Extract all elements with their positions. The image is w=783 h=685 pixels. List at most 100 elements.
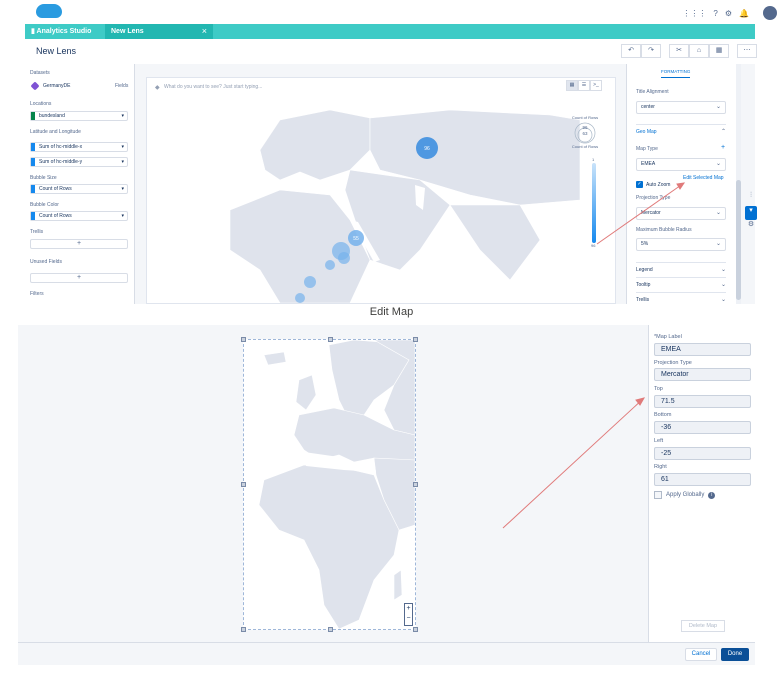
projection-type-select[interactable]: Mercator ⌄ [636,207,726,220]
tab-analytics-studio[interactable]: ▮ Analytics Studio [31,24,111,39]
geo-map-chart[interactable]: 96 55 [220,110,580,303]
tab-label: New Lens [111,28,144,35]
salesforce-logo [36,4,62,18]
top-input[interactable]: 71.5 [654,395,751,408]
map-bounds-box[interactable] [241,337,418,632]
resize-handle[interactable] [413,627,418,632]
bottom-input[interactable]: -36 [654,421,751,434]
chart-view-button[interactable]: ▦ [566,80,578,91]
redo-button[interactable]: ↷ [641,44,661,58]
projection-type-input[interactable]: Mercator [654,368,751,381]
saql-view-button[interactable]: >_ [590,80,602,91]
tab-new-lens[interactable]: New Lens × [105,24,213,39]
clip-button[interactable]: ✂ [669,44,689,58]
tooltip-section[interactable]: Tooltip ⌄ [636,277,726,288]
pill-label: Count of Rows [39,213,72,219]
left-input[interactable]: -25 [654,447,751,460]
chevron-down-icon: ⌄ [720,297,726,303]
emea-map-preview[interactable] [244,340,415,629]
chevron-down-icon: ⌄ [715,210,721,216]
modal-footer: Cancel Done [18,642,755,665]
dashboard-button[interactable]: ⌂ [689,44,709,58]
trellis-section[interactable]: Trellis ⌄ [636,292,726,303]
tab-formatting[interactable]: FORMATTING [661,69,691,78]
chevron-down-icon: ⌄ [715,241,721,247]
more-button[interactable]: ⋯ [737,44,757,58]
auto-zoom-checkbox[interactable]: ✓ [636,181,643,188]
chevron-down-icon[interactable]: ▾ [121,143,124,151]
chevron-down-icon[interactable]: ▾ [121,112,124,120]
dataset-name[interactable]: GermanyDE [43,83,71,89]
chart-type-icon[interactable]: ⫶ [745,192,757,206]
chevron-down-icon[interactable]: ▾ [121,185,124,193]
legend-section[interactable]: Legend ⌄ [636,262,726,273]
add-unused-field-button[interactable]: + [30,273,128,283]
undo-button[interactable]: ↶ [621,44,641,58]
resize-handle[interactable] [241,337,246,342]
zoom-in-button[interactable]: + [405,604,412,614]
resize-handle[interactable] [241,627,246,632]
right-label: Right [654,464,667,470]
bubble-size-pill[interactable]: Count of Rows ▾ [30,184,128,194]
gear-icon[interactable]: ⚙ [725,9,732,18]
resize-handle[interactable] [328,337,333,342]
legend-color-max: 96 [591,243,596,248]
chevron-down-icon: ⌄ [715,161,721,167]
projection-type-label: Projection Type [636,195,671,201]
resize-handle[interactable] [241,482,246,487]
max-bubble-radius-label: Maximum Bubble Radius [636,227,692,233]
bubble-color-label: Bubble Color [30,202,59,208]
chevron-down-icon: ⌄ [720,267,726,273]
datasets-label: Datasets [30,70,50,76]
map-bubble [325,260,335,270]
map-type-select[interactable]: EMEA ⌄ [636,158,726,171]
table-view-button[interactable]: ☰ [578,80,590,91]
max-bubble-radius-select[interactable]: 5% ⌄ [636,238,726,251]
help-icon[interactable]: ? [713,9,717,18]
map-label-input[interactable]: EMEA [654,343,751,356]
format-brush-icon[interactable]: ▾ [745,206,757,220]
search-input[interactable]: What do you want to see? Just start typi… [152,81,610,93]
top-label: Top [654,386,663,392]
apply-globally-checkbox[interactable] [654,491,662,499]
chevron-down-icon[interactable]: ▾ [121,158,124,166]
query-panel: Datasets GermanyDE Fields Locations bund… [25,64,135,304]
left-label: Left [654,438,664,444]
bubble-color-pill[interactable]: Count of Rows ▾ [30,211,128,221]
info-icon[interactable]: i [708,491,716,499]
fields-link[interactable]: Fields [115,83,128,89]
delete-map-button[interactable]: Delete Map [681,620,725,632]
settings-icon[interactable]: ⚙ [745,220,757,234]
view-toggle-group: ▦ ☰ >_ [566,80,602,91]
geo-map-section[interactable]: Geo Map ⌃ [636,124,726,135]
trellis-label: Trellis [30,229,44,235]
apps-grid-icon[interactable]: ⋮⋮⋮ [682,9,706,18]
select-value: 5% [641,241,649,247]
utility-icons: ⋮⋮⋮ ? ⚙ 🔔 [682,9,749,18]
map-region-africa [229,189,371,303]
cancel-button[interactable]: Cancel [685,648,717,661]
apply-globally-row: Apply Globally i [654,491,716,499]
scrollbar-thumb[interactable] [736,180,741,300]
right-input[interactable]: 61 [654,473,751,486]
select-value: center [641,104,655,110]
save-button[interactable]: ▦ [709,44,729,58]
resize-handle[interactable] [328,627,333,632]
legend-color-title: Count of Rows [571,144,599,149]
add-map-button[interactable]: + [721,144,725,151]
edit-selected-map-link[interactable]: Edit Selected Map [683,175,724,181]
location-field-pill[interactable]: bundesland ▾ [30,111,128,121]
add-trellis-button[interactable]: + [30,239,128,249]
close-icon[interactable]: × [202,24,207,39]
zoom-out-button[interactable]: − [405,614,412,624]
chevron-down-icon[interactable]: ▾ [121,212,124,220]
resize-handle[interactable] [413,482,418,487]
longitude-field-pill[interactable]: Sum of hc-middle-y ▾ [30,157,128,167]
latitude-field-pill[interactable]: Sum of hc-middle-x ▾ [30,142,128,152]
bell-icon[interactable]: 🔔 [739,9,749,18]
resize-handle[interactable] [413,337,418,342]
filters-label: Filters [30,291,44,297]
avatar[interactable] [763,6,777,20]
title-alignment-select[interactable]: center ⌄ [636,101,726,114]
done-button[interactable]: Done [721,648,749,661]
